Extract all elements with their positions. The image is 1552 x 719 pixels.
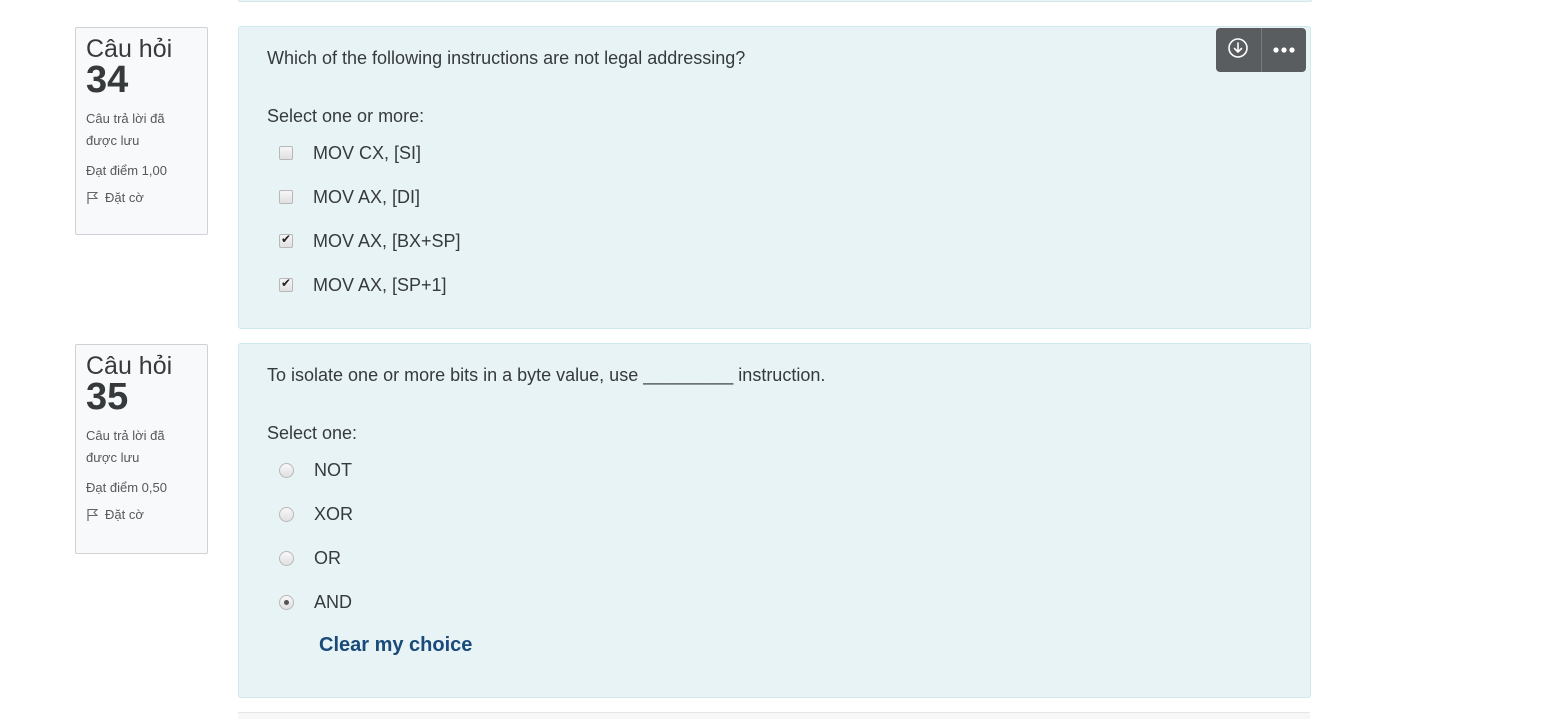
question-34-info: Câu hỏi 34 Câu trả lời đã được lưu Đạt đ… <box>75 27 208 235</box>
question-state: Câu trả lời đã được lưu <box>86 428 165 465</box>
question-number: 35 <box>86 376 129 418</box>
option-label: OR <box>314 547 341 568</box>
flag-label: Đặt cờ <box>105 190 144 205</box>
answer-option[interactable]: OR <box>267 536 1282 580</box>
question-text: To isolate one or more bits in a byte va… <box>267 365 826 385</box>
option-label: MOV CX, [SI] <box>313 142 422 163</box>
question-text: Which of the following instructions are … <box>267 48 746 68</box>
more-options-button[interactable] <box>1261 28 1306 72</box>
option-checkbox[interactable] <box>279 190 293 204</box>
question-35-info: Câu hỏi 35 Câu trả lời đã được lưu Đạt đ… <box>75 344 208 554</box>
download-button[interactable] <box>1216 28 1261 72</box>
floating-toolbar <box>1216 28 1306 72</box>
flag-icon <box>86 191 99 205</box>
question-35-content: To isolate one or more bits in a byte va… <box>238 343 1311 698</box>
option-radio[interactable] <box>279 594 294 610</box>
question-grade: Đạt điểm 0,50 <box>86 480 167 495</box>
answer-option[interactable]: XOR <box>267 492 1282 536</box>
clear-choice-link[interactable]: Clear my choice <box>319 634 472 657</box>
flag-question-button[interactable]: Đặt cờ <box>86 505 197 525</box>
option-radio[interactable] <box>279 506 294 522</box>
option-label: MOV AX, [BX+SP] <box>313 230 461 251</box>
option-radio[interactable] <box>279 550 294 566</box>
option-radio[interactable] <box>279 462 294 478</box>
flag-question-button[interactable]: Đặt cờ <box>86 188 197 208</box>
option-label: NOT <box>314 459 352 480</box>
question-grade: Đạt điểm 1,00 <box>86 163 167 178</box>
flag-label: Đặt cờ <box>105 507 144 522</box>
flag-icon <box>86 508 99 522</box>
option-label: MOV AX, [SP+1] <box>313 274 447 295</box>
option-checkbox[interactable] <box>279 232 293 248</box>
answer-option[interactable]: AND <box>267 580 1282 624</box>
option-checkbox[interactable] <box>279 146 293 160</box>
answer-option[interactable]: MOV AX, [SP+1] <box>267 263 1282 307</box>
answer-option[interactable]: MOV CX, [SI] <box>267 131 1282 175</box>
answer-prompt: Select one or more: <box>267 106 425 126</box>
previous-question-edge <box>238 0 1312 2</box>
option-label: AND <box>314 591 353 612</box>
answer-option[interactable]: MOV AX, [DI] <box>267 175 1282 219</box>
download-circle-icon <box>1227 37 1249 64</box>
more-horizontal-icon <box>1272 41 1296 59</box>
question-state: Câu trả lời đã được lưu <box>86 111 165 148</box>
answer-prompt: Select one: <box>267 423 358 443</box>
option-checkbox[interactable] <box>279 276 293 292</box>
option-label: MOV AX, [DI] <box>313 186 421 207</box>
option-label: XOR <box>314 503 354 524</box>
question-34-content: Which of the following instructions are … <box>238 26 1311 329</box>
question-number: 34 <box>86 59 129 101</box>
answer-option[interactable]: MOV AX, [BX+SP] <box>267 219 1282 263</box>
answer-option[interactable]: NOT <box>267 448 1282 492</box>
